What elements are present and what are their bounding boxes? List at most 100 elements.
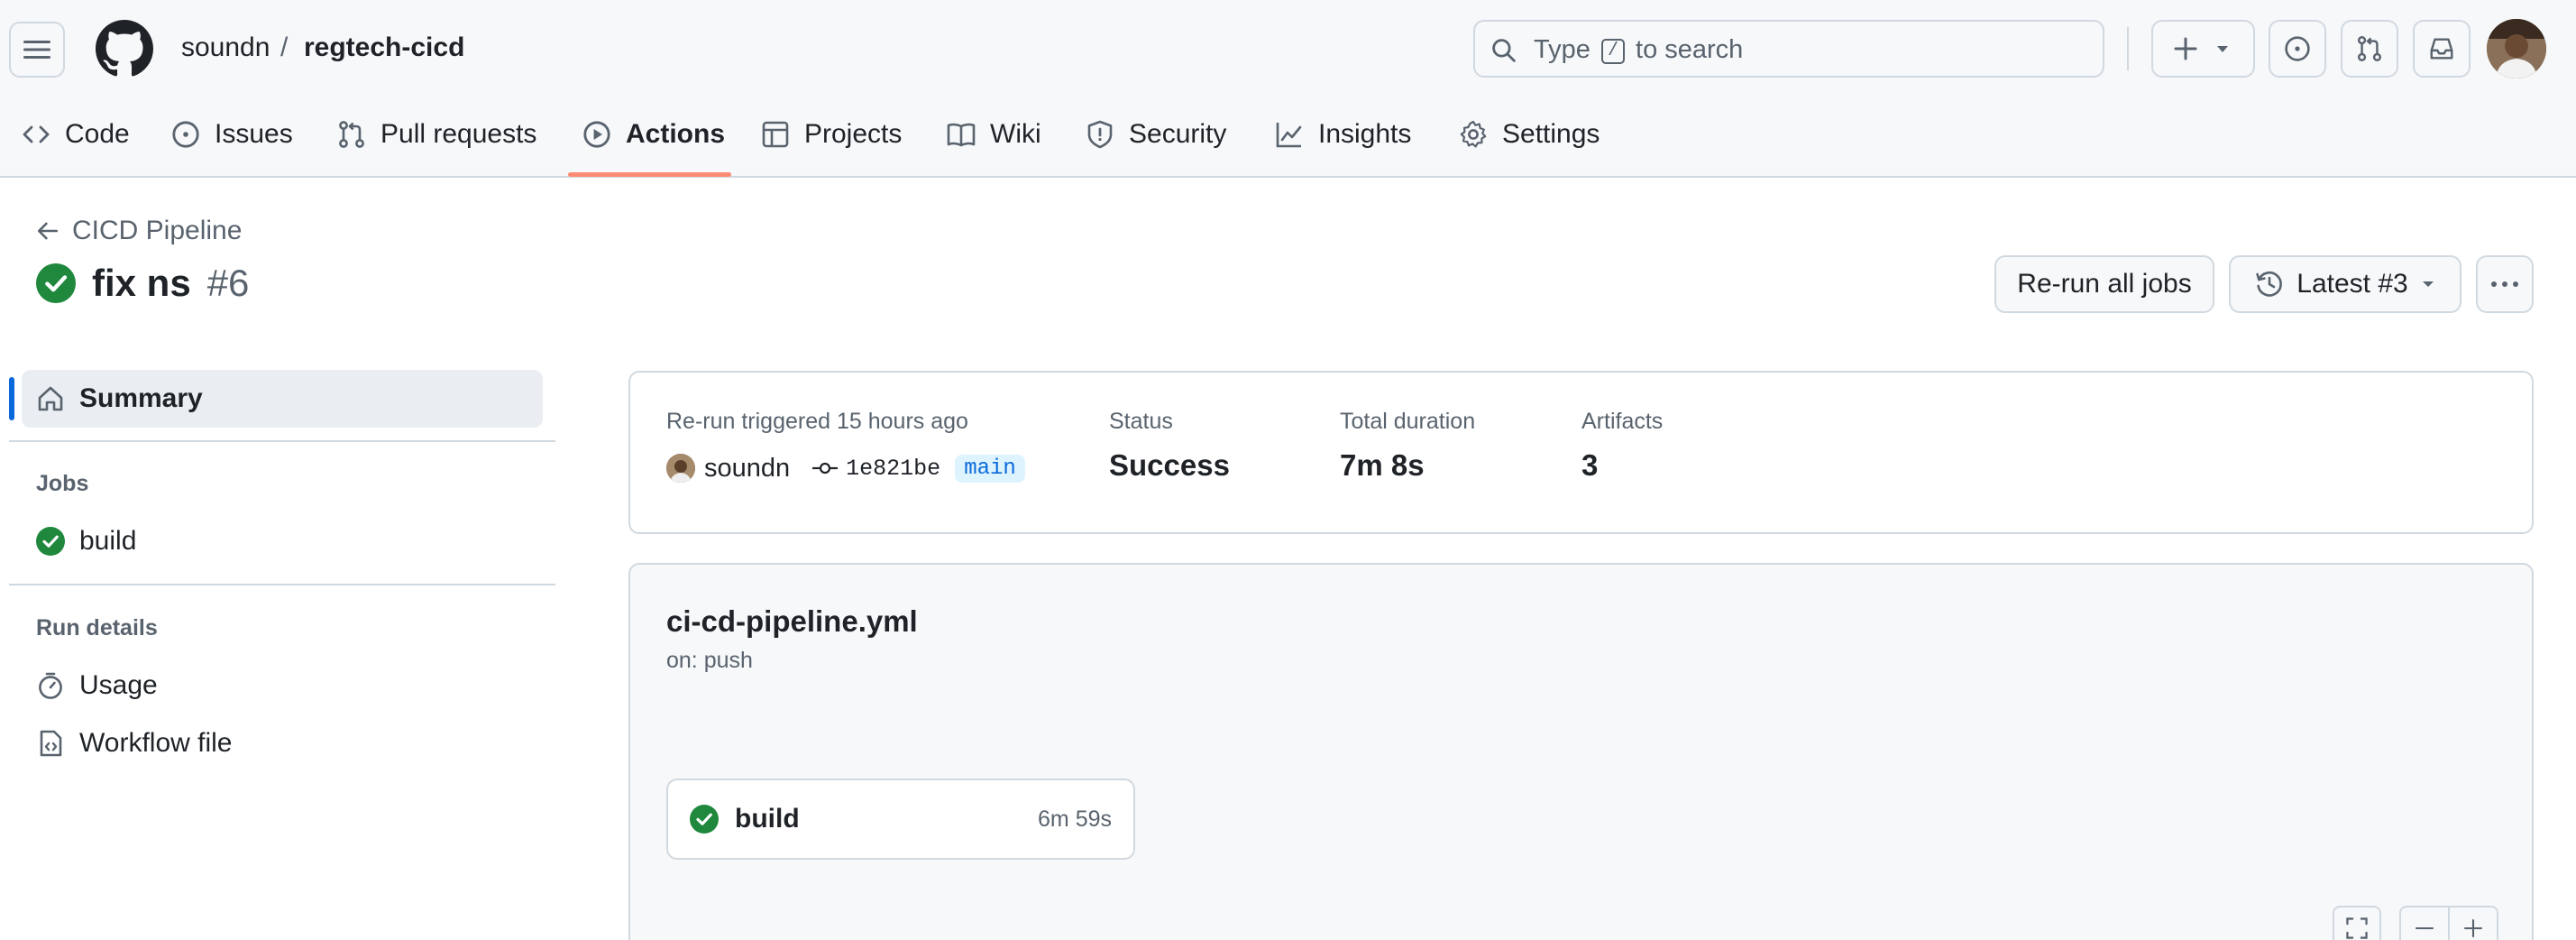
plus-icon xyxy=(2463,918,2483,938)
header-pull-requests-button[interactable] xyxy=(2341,20,2398,78)
tab-label: Projects xyxy=(804,119,903,149)
artifacts-label: Artifacts xyxy=(1581,409,1664,434)
active-item-indicator xyxy=(9,377,14,420)
attempt-selector-button[interactable]: Latest #3 xyxy=(2229,255,2461,313)
sidebar-item-label: Workflow file xyxy=(79,728,233,758)
search-icon xyxy=(1492,39,1516,62)
book-icon xyxy=(947,123,976,147)
tab-label: Security xyxy=(1129,119,1227,149)
github-logo-icon[interactable] xyxy=(96,20,153,78)
file-code-icon xyxy=(40,730,62,757)
active-tab-indicator xyxy=(568,172,731,177)
hamburger-icon xyxy=(23,41,50,59)
duration-value: 7m 8s xyxy=(1340,448,1425,482)
status-label: Status xyxy=(1109,409,1173,434)
sidebar-divider xyxy=(9,440,555,442)
breadcrumb-owner[interactable]: soundn xyxy=(181,30,270,66)
code-icon xyxy=(23,125,50,143)
status-value: Success xyxy=(1109,448,1230,482)
play-icon xyxy=(583,121,610,148)
breadcrumb-repo[interactable]: regtech-cicd xyxy=(304,30,464,66)
tab-security[interactable]: Security xyxy=(1086,115,1226,153)
arrow-left-icon xyxy=(37,222,59,240)
user-avatar[interactable] xyxy=(2487,19,2546,78)
sidebar-item-summary[interactable]: Summary xyxy=(22,370,543,428)
tab-label: Issues xyxy=(215,119,293,149)
plus-icon xyxy=(2174,37,2228,60)
button-label: Latest #3 xyxy=(2296,269,2408,299)
actor-name[interactable]: soundn xyxy=(704,454,790,484)
back-to-workflow-link[interactable]: CICD Pipeline xyxy=(36,213,242,249)
breadcrumb-separator: / xyxy=(280,32,289,62)
issue-opened-icon xyxy=(172,121,199,148)
job-node-build[interactable]: build 6m 59s xyxy=(666,779,1135,860)
tab-label: Wiki xyxy=(990,119,1041,149)
header-issues-button[interactable] xyxy=(2269,20,2326,78)
tab-label: Settings xyxy=(1502,119,1600,149)
search-placeholder: Type / to search xyxy=(1534,33,1743,66)
stopwatch-icon xyxy=(39,672,62,699)
gear-icon xyxy=(1460,120,1487,148)
fullscreen-button[interactable] xyxy=(2333,906,2381,940)
sidebar-item-label: Summary xyxy=(79,383,203,413)
issue-opened-icon xyxy=(2285,36,2310,61)
search-prefix: Type xyxy=(1534,35,1591,64)
workflow-file-name: ci-cd-pipeline.yml xyxy=(666,604,918,638)
tab-projects[interactable]: Projects xyxy=(761,115,902,153)
search-input[interactable]: Type / to search xyxy=(1473,20,2104,78)
avatar-image xyxy=(2487,19,2546,78)
screen-full-icon xyxy=(2346,917,2368,939)
sidebar-item-label: Usage xyxy=(79,670,158,700)
kebab-horizontal-icon xyxy=(2491,281,2518,287)
tab-issues[interactable]: Issues xyxy=(171,115,293,153)
check-circle-fill-icon xyxy=(36,527,65,556)
tab-insights[interactable]: Insights xyxy=(1275,115,1411,153)
tab-pull-requests[interactable]: Pull requests xyxy=(337,115,536,153)
branch-label[interactable]: main xyxy=(955,454,1025,483)
inbox-button[interactable] xyxy=(2413,20,2471,78)
commit-sha-link[interactable]: 1e821be xyxy=(811,456,940,482)
tab-label: Code xyxy=(65,119,130,149)
duration-label: Total duration xyxy=(1340,409,1476,434)
zoom-in-button[interactable] xyxy=(2448,906,2498,940)
trigger-text: Re-run triggered 15 hours ago xyxy=(666,409,968,434)
sidebar-item-workflow-file[interactable]: Workflow file xyxy=(36,725,232,761)
tab-label: Pull requests xyxy=(380,119,537,149)
git-commit-icon xyxy=(812,462,839,475)
actor-avatar[interactable] xyxy=(666,454,695,483)
run-details-heading: Run details xyxy=(36,615,158,640)
artifacts-count[interactable]: 3 xyxy=(1581,448,1598,483)
sidebar-item-label: build xyxy=(79,526,137,556)
workflow-name: CICD Pipeline xyxy=(72,216,243,245)
shield-icon xyxy=(1087,120,1113,149)
inbox-icon xyxy=(2430,38,2453,60)
trigger-details: soundn 1e821be main xyxy=(666,450,1025,486)
tab-wiki[interactable]: Wiki xyxy=(947,115,1041,153)
tab-actions[interactable]: Actions xyxy=(582,115,725,153)
workflow-graph-card: ci-cd-pipeline.yml on: push build 6m 59s xyxy=(628,563,2534,940)
sidebar-item-usage[interactable]: Usage xyxy=(36,668,158,704)
tab-code[interactable]: Code xyxy=(22,115,130,153)
jobs-heading: Jobs xyxy=(36,471,89,496)
check-circle-fill-icon xyxy=(36,263,76,303)
sidebar-job-build[interactable]: build xyxy=(36,523,136,559)
search-shortcut-key: / xyxy=(1600,39,1625,64)
graph-icon xyxy=(1276,123,1302,148)
tab-settings[interactable]: Settings xyxy=(1459,115,1600,153)
home-icon xyxy=(38,386,63,411)
run-number: #6 xyxy=(206,262,250,304)
tab-label: Actions xyxy=(626,119,726,149)
create-new-button[interactable] xyxy=(2151,20,2255,78)
check-circle-fill-icon xyxy=(690,805,719,834)
git-pull-request-icon xyxy=(2357,36,2382,61)
git-pull-request-icon xyxy=(339,121,364,148)
avatar-image xyxy=(666,454,695,483)
sidebar-divider xyxy=(9,584,555,585)
zoom-out-button[interactable] xyxy=(2399,906,2450,940)
run-title: fix ns xyxy=(92,262,191,304)
tab-label: Insights xyxy=(1318,119,1412,149)
rerun-all-jobs-button[interactable]: Re-run all jobs xyxy=(1994,255,2214,313)
more-options-button[interactable] xyxy=(2476,255,2534,313)
search-suffix: to search xyxy=(1636,35,1744,64)
menu-button[interactable] xyxy=(9,22,65,78)
